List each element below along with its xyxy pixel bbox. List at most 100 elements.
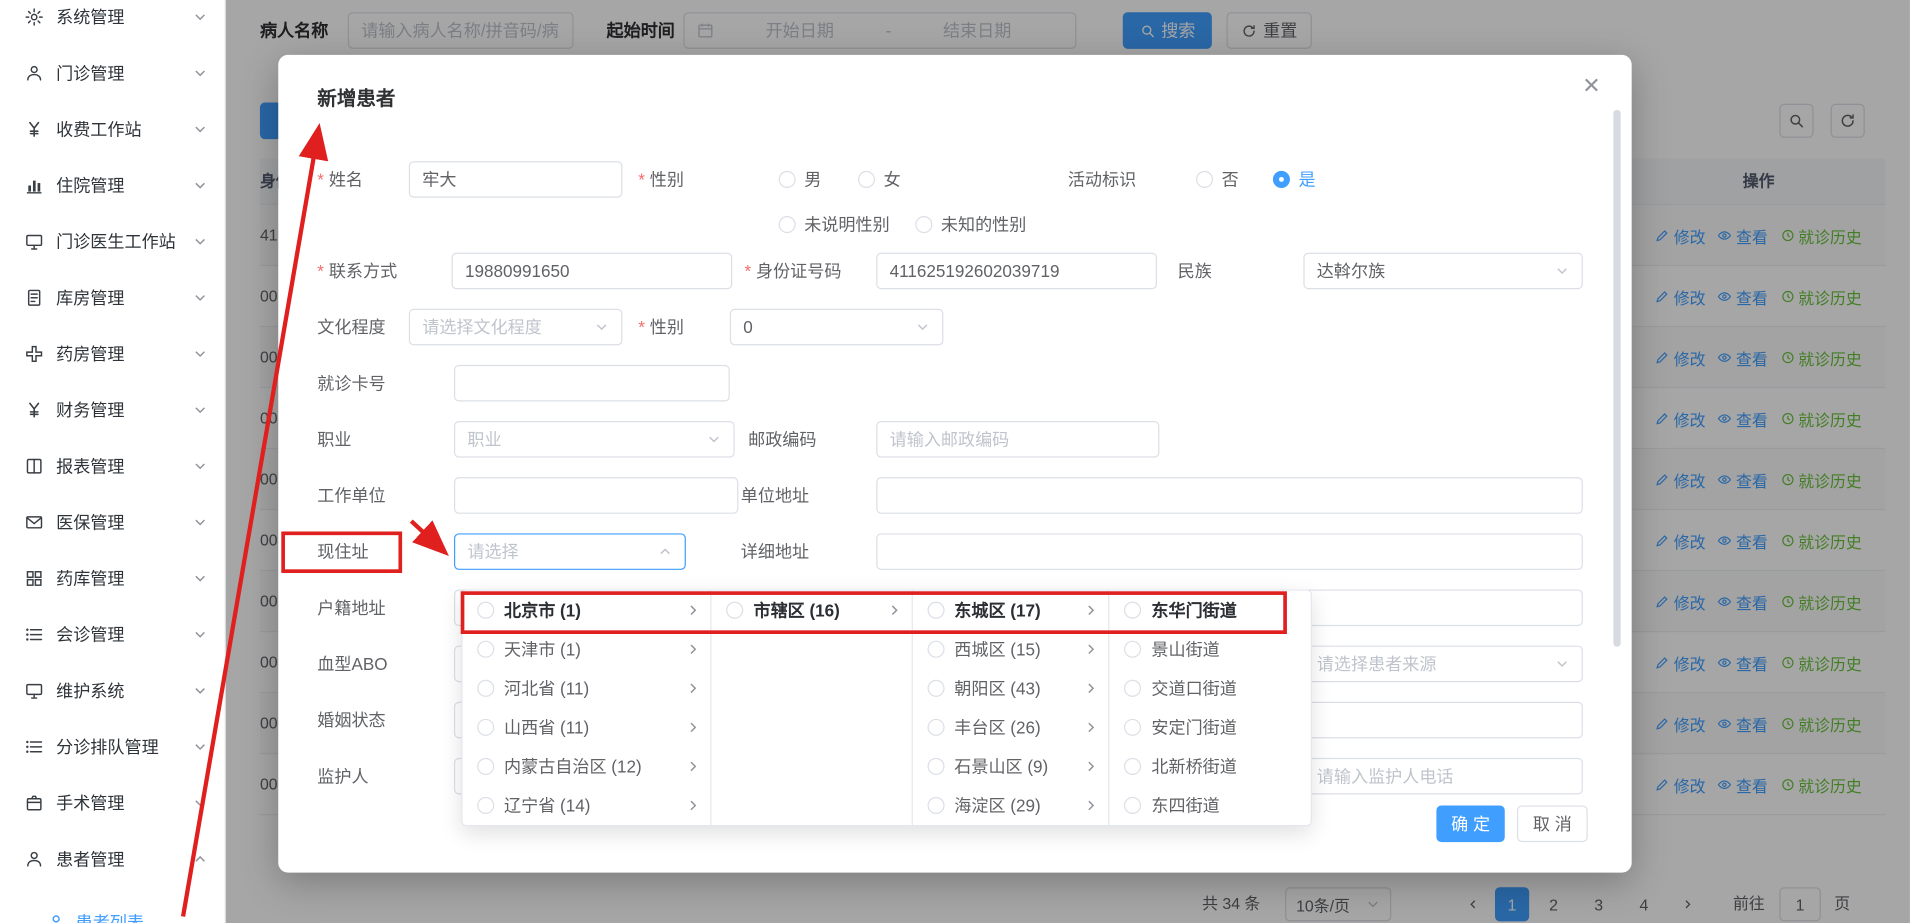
chevron-right-icon <box>1084 603 1099 618</box>
current-address-cascader-select[interactable]: 请选择 <box>454 533 686 570</box>
cascader-option-jiaodaokou[interactable]: 交道口街道 <box>1110 669 1311 708</box>
user-icon <box>46 913 66 923</box>
name-input-field[interactable] <box>422 170 609 190</box>
sidebar-item-pharmacy-management[interactable]: 药房管理 <box>0 326 225 382</box>
guardian-phone-input[interactable] <box>1303 758 1582 795</box>
chevron-down-icon <box>193 178 208 193</box>
sidebar-item-insurance-management[interactable]: 医保管理 <box>0 494 225 550</box>
sidebar-item-triage-queue-management[interactable]: 分诊排队管理 <box>0 719 225 775</box>
close-icon[interactable]: ✕ <box>1578 72 1605 99</box>
detail-address-input-field[interactable] <box>890 542 1570 562</box>
sidebar-item-surgery-management[interactable]: 手术管理 <box>0 775 225 831</box>
radio-icon <box>727 602 744 619</box>
postal-code-input[interactable] <box>876 421 1159 458</box>
chevron-down-icon <box>193 683 208 698</box>
radio-icon <box>1125 797 1142 814</box>
work-unit-input-field[interactable] <box>467 486 725 506</box>
name-input[interactable] <box>409 161 623 198</box>
guardian-phone-input-field[interactable] <box>1317 766 1570 786</box>
cascader-option-fengtai[interactable]: 丰台区 (26) <box>913 708 1109 747</box>
sidebar-item-system-management[interactable]: 系统管理 <box>0 0 225 45</box>
sidebar-item-outpatient-management[interactable]: 门诊管理 <box>0 45 225 101</box>
medical-cross-icon <box>24 344 44 364</box>
sidebar-item-doctor-workstation[interactable]: 门诊医生工作站 <box>0 214 225 270</box>
cascader-option-andingmen[interactable]: 安定门街道 <box>1110 708 1311 747</box>
gender-radio-male[interactable]: 男 <box>779 161 822 198</box>
yen-icon <box>24 400 44 420</box>
gender-radio-unknown[interactable]: 未知的性别 <box>915 206 1026 243</box>
bar-chart-icon <box>24 176 44 196</box>
cascader-option-neimenggu[interactable]: 内蒙古自治区 (12) <box>463 747 711 786</box>
occupation-label: 职业 <box>317 421 351 458</box>
work-address-input-field[interactable] <box>890 486 1570 506</box>
sidebar-item-label: 医保管理 <box>56 510 193 534</box>
visit-card-label: 就诊卡号 <box>317 365 385 402</box>
sidebar-item-patient-management[interactable]: 患者管理 <box>0 831 225 887</box>
mail-icon <box>24 513 44 533</box>
chevron-down-icon <box>193 740 208 755</box>
dialog-scrollbar[interactable] <box>1613 110 1620 647</box>
cascader-city-column: 市辖区 (16) <box>712 591 913 825</box>
visit-card-input[interactable] <box>454 365 730 402</box>
sidebar-item-consultation-management[interactable]: 会诊管理 <box>0 607 225 663</box>
sidebar-item-report-management[interactable]: 报表管理 <box>0 438 225 494</box>
gender-radio-female[interactable]: 女 <box>858 161 901 198</box>
work-unit-input[interactable] <box>454 477 738 514</box>
radio-icon <box>1196 171 1213 188</box>
contact-label: *联系方式 <box>317 253 397 290</box>
book-icon <box>24 456 44 476</box>
patient-source-select[interactable]: 请选择患者来源 <box>1303 646 1582 683</box>
visit-card-input-field[interactable] <box>467 373 716 393</box>
cascader-option-shixiaqu[interactable]: 市辖区 (16) <box>712 591 912 630</box>
yen-icon <box>24 120 44 140</box>
postal-code-input-field[interactable] <box>890 430 1146 450</box>
radio-icon <box>477 641 494 658</box>
sidebar-item-patient-list[interactable]: 患者列表 <box>0 898 225 923</box>
cascader-option-xicheng[interactable]: 西城区 (15) <box>913 630 1109 669</box>
detail-address-input[interactable] <box>876 533 1583 570</box>
cascader-option-shanxi[interactable]: 山西省 (11) <box>463 708 711 747</box>
active-flag-radio-yes[interactable]: 是 <box>1273 161 1316 198</box>
cascader-option-beixinqiao[interactable]: 北新桥街道 <box>1110 747 1311 786</box>
sidebar-item-finance-management[interactable]: 财务管理 <box>0 382 225 438</box>
sidebar-item-charging-workstation[interactable]: 收费工作站 <box>0 101 225 157</box>
work-unit-label: 工作单位 <box>317 477 385 514</box>
document-icon <box>24 288 44 308</box>
cascader-option-donghuamen[interactable]: 东华门街道 <box>1110 591 1311 630</box>
cascader-option-jingshan[interactable]: 景山街道 <box>1110 630 1311 669</box>
education-select[interactable]: 请选择文化程度 <box>409 309 623 346</box>
ethnicity-select[interactable]: 达斡尔族 <box>1303 253 1582 290</box>
confirm-button[interactable]: 确 定 <box>1436 805 1504 842</box>
sidebar-item-maintenance-system[interactable]: 维护系统 <box>0 663 225 719</box>
cancel-button[interactable]: 取 消 <box>1517 805 1588 842</box>
chevron-right-icon <box>686 681 701 696</box>
gender-radio-unstated[interactable]: 未说明性别 <box>779 206 890 243</box>
cascader-option-shijingshan[interactable]: 石景山区 (9) <box>913 747 1109 786</box>
occupation-select[interactable]: 职业 <box>454 421 735 458</box>
radio-icon <box>1125 641 1142 658</box>
sidebar-item-inpatient-management[interactable]: 住院管理 <box>0 157 225 213</box>
cascader-option-dongsi[interactable]: 东四街道 <box>1110 786 1311 825</box>
guardian-label: 监护人 <box>317 758 368 795</box>
cascader-option-beijing[interactable]: 北京市 (1) <box>463 591 711 630</box>
contact-input-field[interactable] <box>465 261 719 281</box>
chevron-down-icon <box>707 432 722 447</box>
gender-select[interactable]: 0 <box>730 309 944 346</box>
contact-input[interactable] <box>452 253 733 290</box>
cascader-option-dongcheng[interactable]: 东城区 (17) <box>913 591 1109 630</box>
cascader-option-hebei[interactable]: 河北省 (11) <box>463 669 711 708</box>
sidebar-item-label: 手术管理 <box>56 791 193 815</box>
sidebar-item-label: 库房管理 <box>56 286 193 310</box>
cascader-option-liaoning[interactable]: 辽宁省 (14) <box>463 786 711 825</box>
cascader-option-haidian[interactable]: 海淀区 (29) <box>913 786 1109 825</box>
sidebar-item-drug-storage-management[interactable]: 药库管理 <box>0 550 225 606</box>
sidebar-item-warehouse-management[interactable]: 库房管理 <box>0 270 225 326</box>
chevron-right-icon <box>686 603 701 618</box>
work-address-input[interactable] <box>876 477 1583 514</box>
id-number-input-field[interactable] <box>890 261 1144 281</box>
sidebar-item-label: 药库管理 <box>56 566 193 590</box>
active-flag-radio-no[interactable]: 否 <box>1196 161 1239 198</box>
cascader-option-chaoyang[interactable]: 朝阳区 (43) <box>913 669 1109 708</box>
id-number-input[interactable] <box>876 253 1157 290</box>
cascader-option-tianjin[interactable]: 天津市 (1) <box>463 630 711 669</box>
